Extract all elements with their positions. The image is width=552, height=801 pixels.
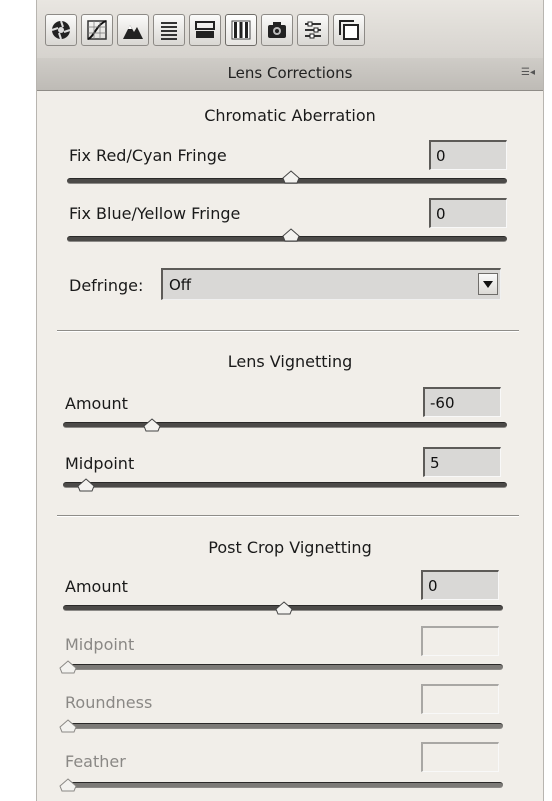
basic-icon [51, 20, 71, 40]
panel-menu-icon[interactable]: ☰◂ [521, 67, 535, 78]
detail-icon [123, 25, 143, 39]
defringe-select[interactable]: Off [161, 268, 501, 300]
hsl-grayscale-icon [161, 22, 177, 40]
vignetting-amount-value[interactable]: -60 [423, 387, 501, 417]
post-crop-amount-value[interactable]: 0 [421, 570, 499, 600]
split-toning-icon [195, 21, 215, 38]
post-crop-feather-thumb[interactable] [59, 778, 77, 792]
camera-calibration-tab[interactable] [261, 14, 293, 46]
post-crop-midpoint-thumb[interactable] [59, 660, 77, 674]
vignetting-midpoint-slider[interactable] [63, 482, 507, 488]
basic-tab[interactable] [45, 14, 77, 46]
presets-tab[interactable] [297, 14, 329, 46]
post-crop-roundness-slider[interactable] [63, 723, 503, 729]
post-crop-roundness-label: Roundness [65, 693, 153, 712]
post-crop-feather-slider[interactable] [63, 782, 503, 788]
lens-corrections-panel: Lens Corrections ☰◂ Chromatic Aberration… [36, 0, 544, 801]
tone-curve-icon [87, 20, 107, 40]
vignetting-midpoint-label: Midpoint [65, 454, 135, 473]
split-toning-tab[interactable] [189, 14, 221, 46]
fix-red-cyan-thumb[interactable] [282, 170, 300, 184]
post-crop-midpoint-value[interactable] [421, 626, 499, 656]
tone-curve-tab[interactable] [81, 14, 113, 46]
vignetting-amount-slider[interactable] [63, 422, 507, 428]
fix-red-cyan-label: Fix Red/Cyan Fringe [69, 146, 227, 165]
presets-icon [305, 21, 321, 39]
panel-title: Lens Corrections [227, 64, 353, 82]
panel-header: Lens Corrections ☰◂ [37, 58, 543, 91]
post-crop-midpoint-label: Midpoint [65, 635, 135, 654]
fix-blue-yellow-value[interactable]: 0 [429, 198, 507, 228]
post-crop-midpoint-slider[interactable] [63, 664, 503, 670]
camera-calibration-icon [268, 22, 286, 38]
panel-toolbar [37, 0, 543, 59]
vignetting-midpoint-value[interactable]: 5 [423, 447, 501, 477]
post-crop-roundness-value[interactable] [421, 684, 499, 714]
vignetting-amount-thumb[interactable] [143, 418, 161, 432]
vignetting-midpoint-thumb[interactable] [77, 478, 95, 492]
snapshots-tab[interactable] [333, 14, 365, 46]
defringe-selected-value: Off [169, 276, 192, 294]
post-crop-roundness-thumb[interactable] [59, 719, 77, 733]
fix-blue-yellow-label: Fix Blue/Yellow Fringe [69, 204, 241, 223]
post-crop-amount-label: Amount [65, 577, 128, 596]
defringe-label: Defringe: [69, 276, 144, 295]
vignetting-amount-label: Amount [65, 394, 128, 413]
fix-blue-yellow-thumb[interactable] [282, 228, 300, 242]
post-crop-vignetting-heading: Post Crop Vignetting [208, 538, 372, 557]
dropdown-arrow-icon[interactable] [478, 273, 498, 295]
detail-tab[interactable] [117, 14, 149, 46]
snapshots-icon [339, 20, 359, 40]
lens-vignetting-heading: Lens Vignetting [227, 352, 353, 371]
fix-red-cyan-value[interactable]: 0 [429, 140, 507, 170]
post-crop-feather-label: Feather [65, 752, 126, 771]
chromatic-aberration-heading: Chromatic Aberration [204, 106, 376, 125]
section-divider [57, 515, 519, 517]
post-crop-feather-value[interactable] [421, 742, 499, 772]
hsl-grayscale-tab[interactable] [153, 14, 185, 46]
lens-corrections-tab[interactable] [225, 14, 257, 46]
section-divider [57, 330, 519, 332]
post-crop-amount-thumb[interactable] [275, 601, 293, 615]
lens-corrections-icon [231, 20, 251, 40]
